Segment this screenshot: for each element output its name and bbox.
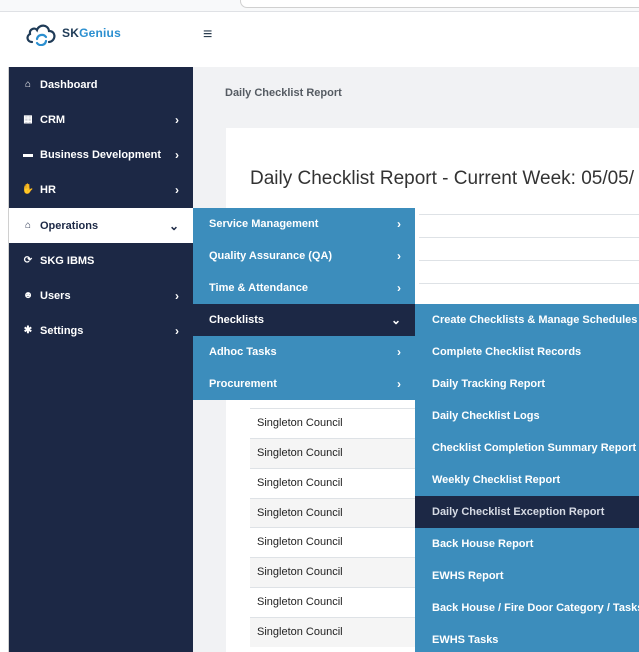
menu-item-label: Checklists — [209, 314, 265, 326]
checklists-submenu: Create Checklists & Manage Schedules Com… — [415, 304, 639, 652]
menu-item-label: Back House / Fire Door Category / Tasks — [432, 602, 639, 614]
sidebar-item-operations[interactable]: ⌂ Operations ⌄ — [9, 208, 193, 243]
chevron-right-icon: › — [175, 112, 179, 127]
browser-top-strip — [0, 0, 639, 12]
menu-item-adhoc-tasks[interactable]: Adhoc Tasks › — [193, 336, 415, 368]
menu-item-service-management[interactable]: Service Management › — [193, 208, 415, 240]
menu-item-label: Procurement — [209, 378, 277, 390]
sidebar: ⌂ Dashboard ▦ CRM › ▬ Business Developme… — [9, 67, 193, 652]
menu-item-weekly-checklist-report[interactable]: Weekly Checklist Report — [415, 464, 639, 496]
chevron-right-icon: › — [397, 281, 401, 295]
sidebar-item-settings[interactable]: ✱ Settings › — [9, 313, 193, 348]
chevron-right-icon: › — [175, 182, 179, 197]
table-divider — [419, 237, 639, 238]
menu-item-label: Service Management — [209, 218, 319, 230]
menu-item-checklists[interactable]: Checklists ⌄ — [193, 304, 415, 336]
menu-item-label: EWHS Tasks — [432, 634, 499, 646]
sidebar-item-crm[interactable]: ▦ CRM › — [9, 102, 193, 137]
table-divider — [419, 214, 639, 215]
chevron-down-icon: ⌄ — [168, 218, 179, 233]
menu-item-ewhs-tasks[interactable]: EWHS Tasks — [415, 624, 639, 652]
sidebar-item-label: Settings — [40, 324, 84, 337]
sidebar-item-label: Business Development — [40, 148, 162, 161]
page-title: Daily Checklist Report - Current Week: 0… — [250, 168, 635, 189]
sidebar-item-label: Dashboard — [40, 78, 98, 91]
left-edge-panel — [0, 67, 9, 652]
menu-item-ewhs-report[interactable]: EWHS Report — [415, 560, 639, 592]
menu-item-create-checklists[interactable]: Create Checklists & Manage Schedules — [415, 304, 639, 336]
menu-item-label: Back House Report — [432, 538, 534, 550]
menu-item-quality-assurance[interactable]: Quality Assurance (QA) › — [193, 240, 415, 272]
sidebar-item-users[interactable]: ☻ Users › — [9, 278, 193, 313]
table-cell: Singleton Council — [257, 477, 343, 489]
menu-item-complete-checklist-records[interactable]: Complete Checklist Records — [415, 336, 639, 368]
table-cell: Singleton Council — [257, 626, 343, 638]
menu-item-back-house-report[interactable]: Back House Report — [415, 528, 639, 560]
operations-submenu: Service Management › Quality Assurance (… — [193, 208, 415, 400]
table-cell: Singleton Council — [257, 536, 343, 548]
menu-item-procurement[interactable]: Procurement › — [193, 368, 415, 400]
chevron-down-icon: ⌄ — [390, 313, 401, 327]
menu-item-label: Daily Checklist Exception Report — [432, 506, 605, 518]
chevron-right-icon: › — [175, 323, 179, 338]
menu-item-daily-tracking-report[interactable]: Daily Tracking Report — [415, 368, 639, 400]
chevron-right-icon: › — [397, 249, 401, 263]
menu-item-label: Adhoc Tasks — [209, 346, 277, 358]
menu-item-daily-checklist-logs[interactable]: Daily Checklist Logs — [415, 400, 639, 432]
sidebar-item-skg-ibms[interactable]: ⟳ SKG IBMS — [9, 243, 193, 278]
menu-item-daily-checklist-exception-report[interactable]: Daily Checklist Exception Report — [415, 496, 639, 528]
menu-item-label: Weekly Checklist Report — [432, 474, 561, 486]
sidebar-item-dashboard[interactable]: ⌂ Dashboard — [9, 67, 193, 102]
house-icon: ⌂ — [24, 220, 32, 231]
chevron-right-icon: › — [397, 377, 401, 391]
chevron-right-icon: › — [397, 345, 401, 359]
chevron-right-icon: › — [397, 217, 401, 231]
sidebar-item-label: CRM — [40, 113, 66, 126]
chevron-right-icon: › — [175, 288, 179, 303]
users-icon: ☻ — [22, 290, 34, 301]
gear-icon: ✱ — [23, 325, 33, 336]
home-icon: ⌂ — [24, 79, 32, 90]
table-cell: Singleton Council — [257, 447, 343, 459]
address-bar[interactable] — [240, 0, 639, 8]
table-divider — [419, 260, 639, 261]
app-header: SKGenius ≡ — [0, 12, 639, 67]
cloud-logo-icon — [26, 24, 56, 46]
table-cell: Singleton Council — [257, 596, 343, 608]
logo[interactable]: SKGenius — [24, 20, 121, 46]
menu-item-label: Time & Attendance — [209, 282, 309, 294]
sidebar-item-label: SKG IBMS — [40, 254, 95, 267]
menu-item-label: Create Checklists & Manage Schedules — [432, 314, 638, 326]
table-cell: Singleton Council — [257, 507, 343, 519]
sidebar-item-label: Operations — [40, 219, 99, 232]
sidebar-item-label: Users — [40, 289, 71, 302]
menu-item-back-house-fire-door-tasks[interactable]: Back House / Fire Door Category / Tasks — [415, 592, 639, 624]
menu-item-label: Daily Checklist Logs — [432, 410, 540, 422]
folder-icon: ▬ — [23, 149, 33, 160]
menu-item-label: EWHS Report — [432, 570, 504, 582]
table-cell: Singleton Council — [257, 566, 343, 578]
menu-item-label: Checklist Completion Summary Report — [432, 442, 637, 454]
table-cell: Singleton Council — [257, 417, 343, 429]
chevron-right-icon: › — [175, 147, 179, 162]
menu-item-label: Complete Checklist Records — [432, 346, 582, 358]
menu-item-time-attendance[interactable]: Time & Attendance › — [193, 272, 415, 304]
menu-item-label: Daily Tracking Report — [432, 378, 546, 390]
sidebar-item-label: HR — [40, 183, 56, 196]
handshake-icon: ✋ — [21, 184, 35, 195]
menu-toggle-icon[interactable]: ≡ — [203, 26, 212, 44]
table-divider — [419, 283, 639, 284]
logo-text: SKGenius — [62, 26, 121, 40]
breadcrumb: Daily Checklist Report — [225, 87, 342, 99]
sync-icon: ⟳ — [23, 255, 33, 266]
menu-item-checklist-completion-summary[interactable]: Checklist Completion Summary Report — [415, 432, 639, 464]
sidebar-item-business-development[interactable]: ▬ Business Development › — [9, 137, 193, 172]
building-icon: ▦ — [23, 114, 33, 125]
sidebar-item-hr[interactable]: ✋ HR › — [9, 172, 193, 207]
menu-item-label: Quality Assurance (QA) — [209, 250, 333, 262]
